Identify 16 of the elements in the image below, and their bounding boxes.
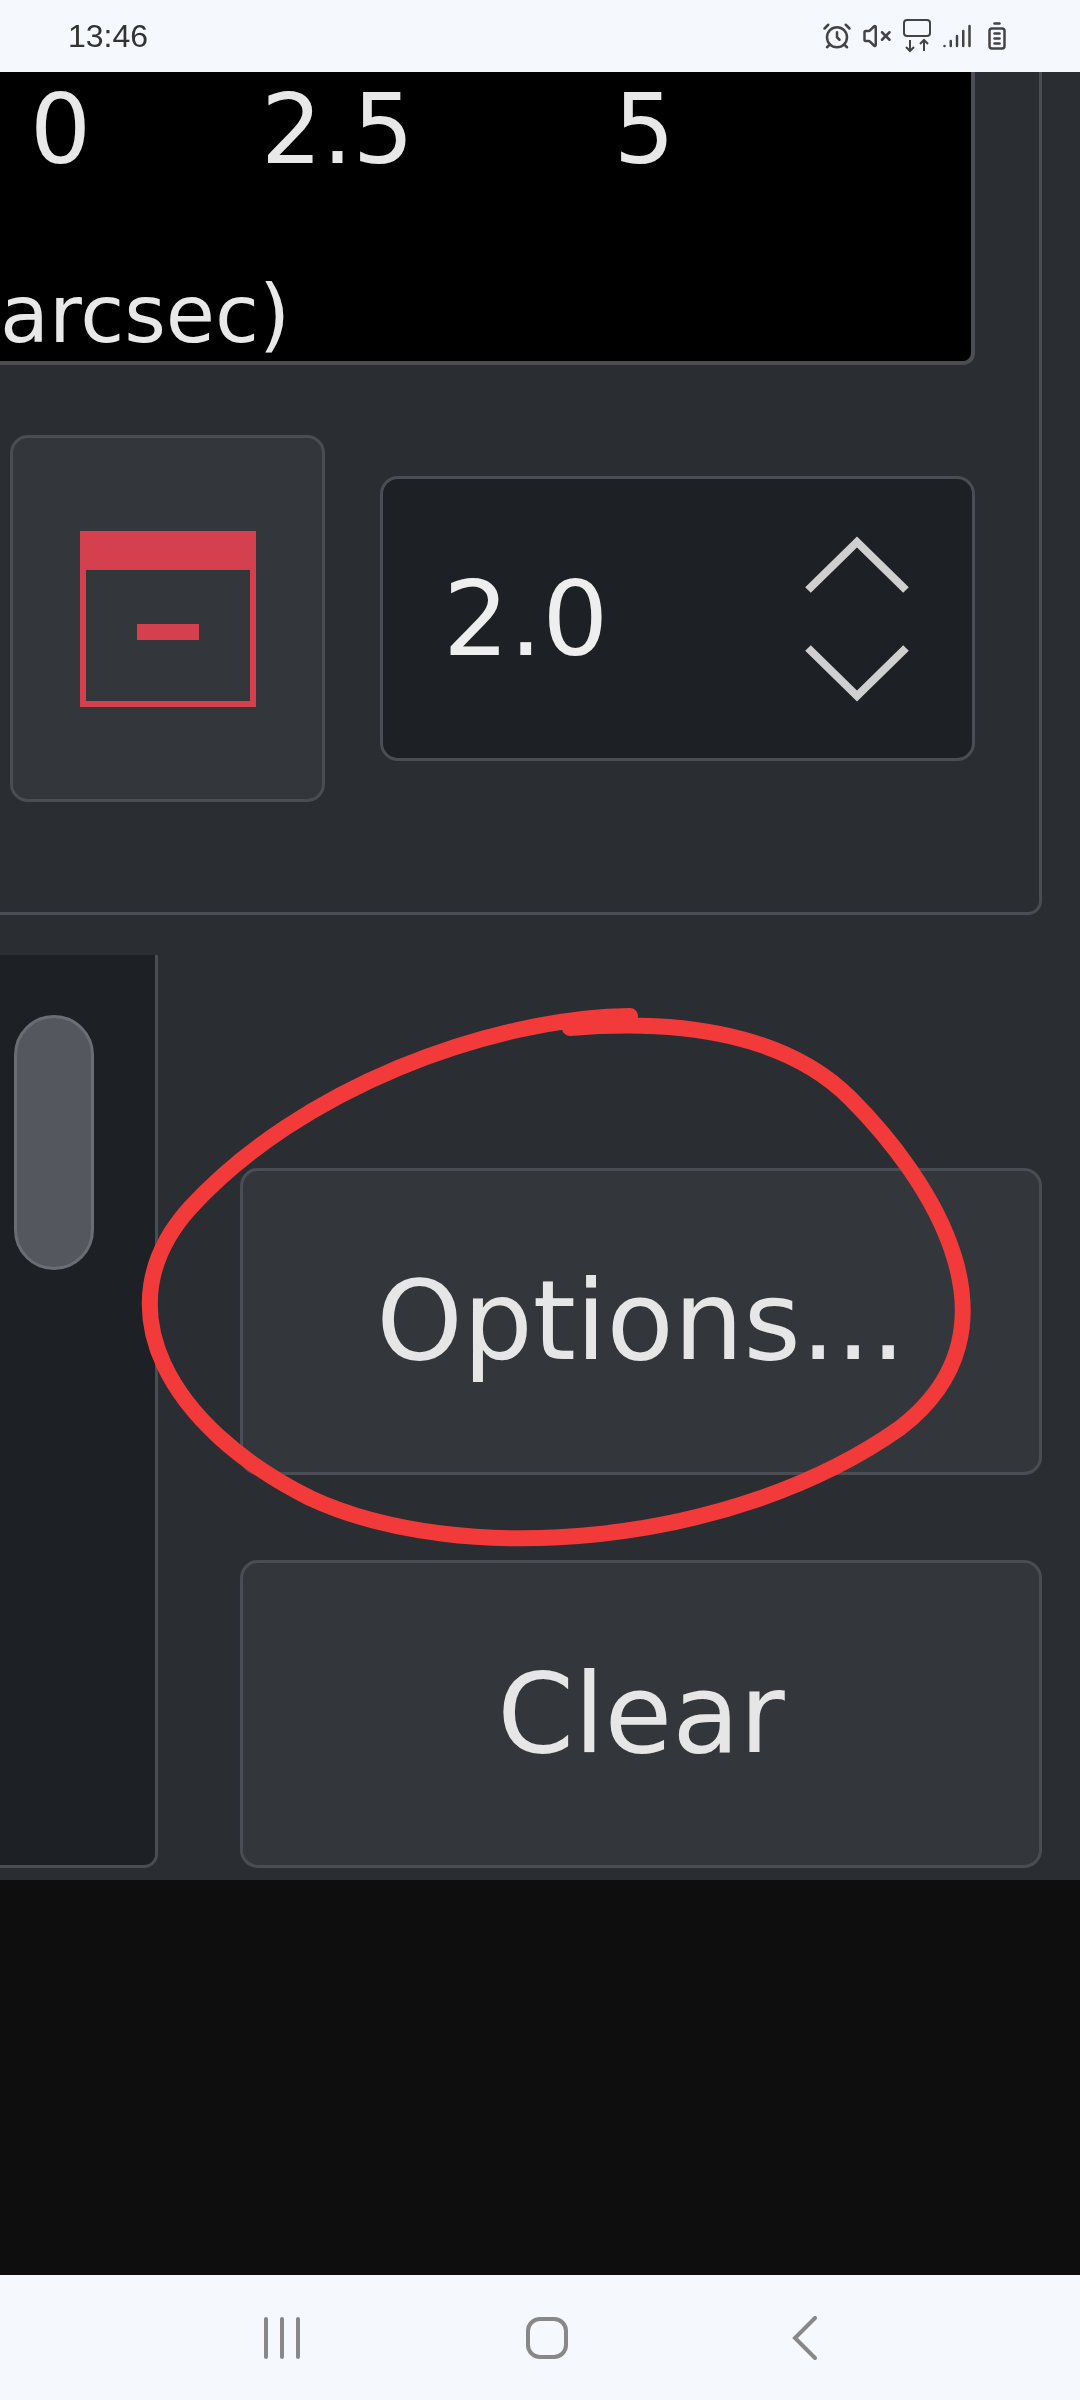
window-minimize-icon	[78, 529, 257, 708]
axis-tick-label: 0	[30, 82, 92, 178]
recent-apps-icon[interactable]	[262, 2316, 302, 2359]
axis-tick-label: 2.5	[261, 82, 414, 178]
home-icon[interactable]	[526, 2316, 568, 2359]
spin-box-value: 2.0	[443, 566, 609, 671]
spin-box[interactable]: 2.0	[380, 476, 975, 761]
axis-tick-label: 5	[613, 82, 675, 178]
back-icon[interactable]	[792, 2315, 818, 2360]
minimize-button[interactable]	[10, 435, 325, 802]
clear-button[interactable]: Clear	[240, 1560, 1042, 1868]
status-time: 13:46	[68, 17, 149, 56]
options-button[interactable]: Options...	[240, 1168, 1042, 1475]
alarm-icon	[822, 21, 852, 51]
network-icon	[902, 19, 932, 53]
axis-label: arcsec)	[0, 275, 292, 355]
